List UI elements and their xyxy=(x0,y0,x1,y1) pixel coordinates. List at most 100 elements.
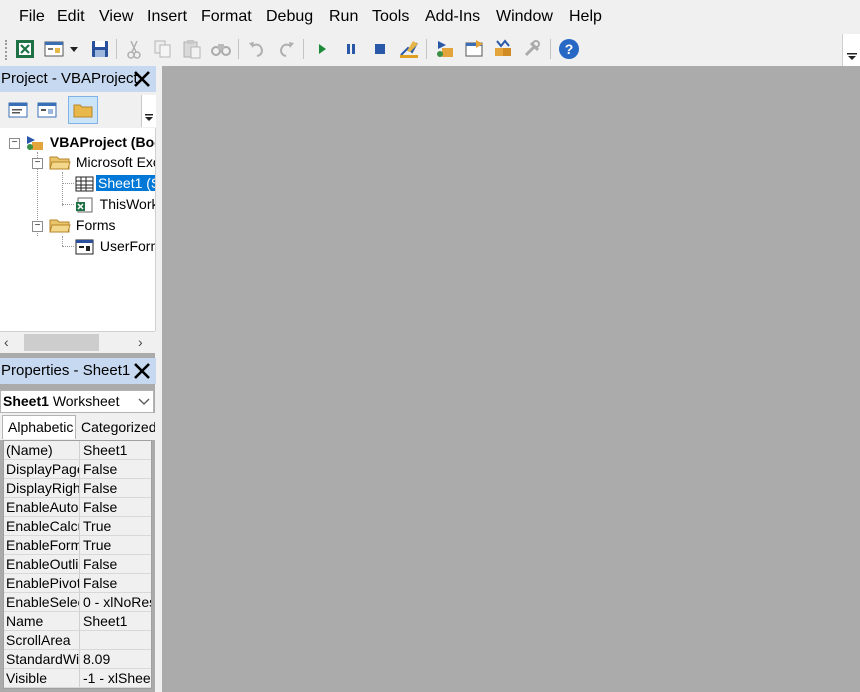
tab-categorized[interactable]: Categorized xyxy=(76,417,155,439)
tab-alphabetic[interactable]: Alphabetic xyxy=(2,415,76,439)
property-row[interactable]: Visible-1 - xlSheetVisible xyxy=(4,669,151,688)
property-value[interactable]: False xyxy=(83,574,151,592)
properties-window-icon[interactable] xyxy=(463,38,485,60)
object-selector[interactable]: Sheet1 Worksheet xyxy=(0,390,154,413)
menu-help[interactable]: Help xyxy=(569,8,602,26)
cut-icon[interactable] xyxy=(123,38,145,60)
tree-node-thisworkbook[interactable]: ThisWorkbook xyxy=(74,194,155,214)
find-icon[interactable] xyxy=(210,38,232,60)
view-object-icon[interactable] xyxy=(35,98,59,122)
property-value[interactable]: True xyxy=(83,517,151,535)
property-name: EnableFormatConditionsCalculation xyxy=(4,536,80,554)
scrollbar-thumb[interactable] xyxy=(24,334,99,351)
properties-tabs: Alphabetic Categorized xyxy=(0,413,155,440)
property-row[interactable]: EnableCalculationTrue xyxy=(4,517,151,536)
property-name: Name xyxy=(4,612,80,630)
tree-node-excel-objects[interactable]: Microsoft Excel Objects xyxy=(48,152,155,172)
property-value[interactable]: -1 - xlSheetVisible xyxy=(83,669,151,687)
property-row[interactable]: DisplayPageBreaksFalse xyxy=(4,460,151,479)
property-row[interactable]: ScrollArea xyxy=(4,631,151,650)
property-name: EnableAutoFilter xyxy=(6,498,80,516)
collapse-toggle[interactable]: − xyxy=(32,221,43,232)
menu-tools[interactable]: Tools xyxy=(372,8,409,26)
tree-node-userform[interactable]: UserForm1 xyxy=(74,236,155,256)
property-name: DisplayPageBreaks xyxy=(4,460,80,478)
menu-debug[interactable]: Debug xyxy=(266,8,313,26)
property-row[interactable]: EnableOutliningFalse xyxy=(4,555,151,574)
scroll-left-icon[interactable]: ‹ xyxy=(4,334,9,350)
tree-label-selected: Sheet1 (Sheet1) xyxy=(96,175,155,191)
mdi-workspace xyxy=(162,66,860,692)
tree-node-sheet1[interactable]: Sheet1 (Sheet1) xyxy=(74,173,155,193)
property-row[interactable]: DisplayRightToLeftFalse xyxy=(4,479,151,498)
reset-icon[interactable] xyxy=(369,38,391,60)
toolbar-scroll-button[interactable] xyxy=(141,95,156,127)
property-value[interactable]: False xyxy=(83,555,151,573)
insert-userform-icon[interactable] xyxy=(43,38,65,60)
collapse-toggle[interactable]: − xyxy=(32,158,43,169)
horizontal-scrollbar[interactable]: ‹ › xyxy=(0,331,155,353)
menu-file[interactable]: File xyxy=(19,8,45,26)
property-value[interactable]: 8.09 xyxy=(83,650,151,668)
property-value[interactable]: False xyxy=(83,460,151,478)
toolbar-grip[interactable] xyxy=(5,40,10,60)
scroll-right-icon[interactable]: › xyxy=(138,334,143,350)
toolbox-icon[interactable] xyxy=(521,38,543,60)
property-row[interactable]: EnablePivotTableFalse xyxy=(4,574,151,593)
property-value[interactable]: False xyxy=(83,479,151,497)
tree-label-root: VBAProject (Book1) xyxy=(49,134,155,150)
project-explorer-icon[interactable] xyxy=(434,38,456,60)
property-row[interactable]: EnableSelection0 - xlNoRestrictions xyxy=(4,593,151,612)
close-icon[interactable] xyxy=(131,68,153,90)
property-name: DisplayRightToLeft xyxy=(6,479,80,497)
property-value[interactable]: Sheet1 xyxy=(83,441,151,459)
menu-window[interactable]: Window xyxy=(496,8,553,26)
dropdown-arrow-icon[interactable] xyxy=(67,38,81,60)
project-explorer-toolbar xyxy=(0,92,155,128)
menu-edit[interactable]: Edit xyxy=(57,8,85,26)
property-value[interactable]: 0 - xlNoRestrictions xyxy=(83,593,151,611)
collapse-toggle[interactable]: − xyxy=(9,138,20,149)
toggle-folders-button[interactable] xyxy=(68,96,98,124)
property-value[interactable] xyxy=(83,631,151,649)
properties-grid: (Name)Sheet1DisplayPageBreaksFalseDispla… xyxy=(3,440,152,689)
save-icon[interactable] xyxy=(89,38,111,60)
menu-run[interactable]: Run xyxy=(329,8,358,26)
run-icon[interactable] xyxy=(311,38,333,60)
property-name: EnableSelection xyxy=(4,593,80,611)
undo-icon[interactable] xyxy=(246,38,268,60)
tree-node-vbaproject[interactable]: VBAProject (Book1) xyxy=(24,132,155,152)
property-value[interactable]: True xyxy=(83,536,151,554)
object-name: Sheet1 xyxy=(3,393,49,409)
break-icon[interactable] xyxy=(340,38,362,60)
menu-view[interactable]: View xyxy=(99,8,133,26)
property-value[interactable]: False xyxy=(83,498,151,516)
pane-splitter[interactable] xyxy=(155,66,162,692)
object-browser-icon[interactable] xyxy=(492,38,514,60)
excel-icon[interactable] xyxy=(14,38,36,60)
tree-node-forms[interactable]: Forms xyxy=(48,215,116,235)
chevron-down-icon[interactable] xyxy=(135,391,153,412)
design-mode-icon[interactable] xyxy=(398,38,420,60)
toolbar-separator xyxy=(303,39,304,59)
copy-icon[interactable] xyxy=(152,38,174,60)
folder-icon xyxy=(48,155,72,171)
property-row[interactable]: EnableAutoFilterFalse xyxy=(4,498,151,517)
close-icon[interactable] xyxy=(131,360,153,382)
view-code-icon[interactable] xyxy=(6,98,30,122)
workbook-icon xyxy=(74,197,96,213)
property-row[interactable]: StandardWidth8.09 xyxy=(4,650,151,669)
property-row[interactable]: Name Sheet1 xyxy=(4,612,151,631)
property-name: EnablePivotTable xyxy=(4,574,80,592)
menu-insert[interactable]: Insert xyxy=(147,8,187,26)
menu-format[interactable]: Format xyxy=(201,8,252,26)
menu-add-ins[interactable]: Add-Ins xyxy=(425,8,480,26)
property-row[interactable]: EnableFormatConditionsCalculationTrue xyxy=(4,536,151,555)
redo-icon[interactable] xyxy=(275,38,297,60)
paste-icon[interactable] xyxy=(181,38,203,60)
help-icon[interactable]: ? xyxy=(558,38,580,60)
toolbar-overflow-button[interactable] xyxy=(842,34,860,66)
property-value[interactable]: Sheet1 xyxy=(83,612,151,630)
property-row[interactable]: (Name) Sheet1 xyxy=(4,441,151,460)
tree-label: UserForm1 xyxy=(99,238,155,254)
